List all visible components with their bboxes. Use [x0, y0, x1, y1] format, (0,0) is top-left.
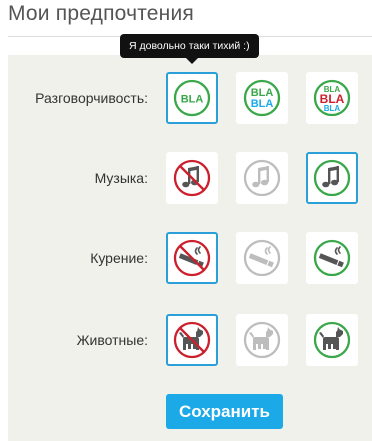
- dog-icon: [313, 321, 351, 359]
- dog-icon: [243, 321, 281, 359]
- cigarette-icon: [173, 239, 211, 277]
- svg-text:BLA: BLA: [181, 94, 204, 106]
- cigarette-icon: [243, 239, 281, 277]
- preference-label: Музыка:: [94, 170, 148, 186]
- option-yes[interactable]: [306, 232, 358, 284]
- dog-icon: [173, 321, 211, 359]
- option-quiet[interactable]: BLA: [166, 72, 218, 124]
- option-maybe[interactable]: [236, 152, 288, 204]
- option-no[interactable]: [166, 232, 218, 284]
- option-yes[interactable]: [306, 314, 358, 366]
- music-note-icon: [243, 159, 281, 197]
- save-button[interactable]: Сохранить: [166, 394, 283, 429]
- tooltip-arrow: [186, 58, 198, 64]
- svg-text:BLA: BLA: [251, 98, 274, 110]
- option-no[interactable]: [166, 152, 218, 204]
- preference-label: Животные:: [76, 332, 148, 348]
- preference-label: Разговорчивость:: [35, 90, 148, 106]
- page-title: Мои предпочтения: [8, 2, 194, 25]
- svg-text:BLA: BLA: [324, 104, 341, 113]
- option-no[interactable]: [166, 314, 218, 366]
- chat-icon: BLABLA: [243, 79, 281, 117]
- option-chatty[interactable]: BLA BLA BLA: [306, 72, 358, 124]
- chat-icon: BLA: [173, 79, 211, 117]
- music-note-icon: [313, 159, 351, 197]
- option-medium[interactable]: BLA BLA: [236, 72, 288, 124]
- preference-label: Курение:: [90, 250, 148, 266]
- chat-icon: BLABLABLA: [313, 79, 351, 117]
- option-maybe[interactable]: [236, 232, 288, 284]
- cigarette-icon: [313, 239, 351, 277]
- music-note-icon: [173, 159, 211, 197]
- option-yes[interactable]: [306, 152, 358, 204]
- option-maybe[interactable]: [236, 314, 288, 366]
- tooltip: Я довольно таки тихий :): [120, 34, 259, 58]
